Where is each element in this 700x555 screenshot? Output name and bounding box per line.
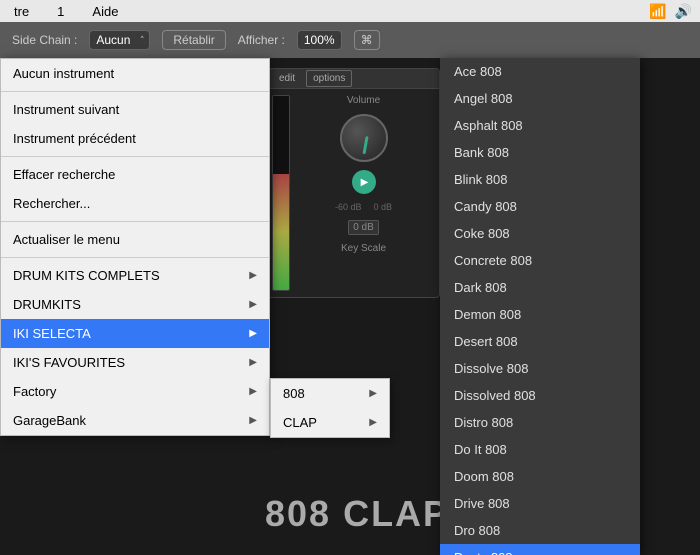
submenu-clap-arrow: ▶ xyxy=(369,417,377,428)
menu-item-actualiser[interactable]: Actualiser le menu xyxy=(1,225,269,254)
volume-knob[interactable] xyxy=(340,114,388,162)
menu-item-drumkits[interactable]: DRUMKITS ▶ xyxy=(1,290,269,319)
separator-4 xyxy=(1,257,269,258)
top-bar: Side Chain : Aucun Rétablir Afficher : 1… xyxy=(0,22,700,58)
menu-item-aucun[interactable]: Aucun instrument xyxy=(1,59,269,88)
iki-favourites-label: IKI'S FAVOURITES xyxy=(13,355,125,370)
submenu-808-arrow: ▶ xyxy=(369,388,377,399)
menu-item-garageband[interactable]: GarageBank ▶ xyxy=(1,406,269,435)
right-instrument-menu[interactable]: Ace 808Angel 808Asphalt 808Bank 808Blink… xyxy=(440,58,640,555)
right-menu-item[interactable]: Blink 808 xyxy=(440,166,640,193)
right-menu-item[interactable]: Asphalt 808 xyxy=(440,112,640,139)
big-label: 808 CLAP xyxy=(265,493,449,535)
plugin-window: Side Chain : Aucun Rétablir Afficher : 1… xyxy=(0,22,700,555)
right-menu-item[interactable]: Doom 808 xyxy=(440,463,640,490)
separator-3 xyxy=(1,221,269,222)
iki-selecta-arrow: ▶ xyxy=(249,328,257,339)
submenu-clap-label: CLAP xyxy=(283,415,317,430)
right-menu-item[interactable]: Do It 808 xyxy=(440,436,640,463)
menu-item-rechercher[interactable]: Rechercher... xyxy=(1,189,269,218)
menu-bar: tre 1 Aide 📶 🔊 xyxy=(0,0,700,22)
menu-item-actualiser-label: Actualiser le menu xyxy=(13,232,120,247)
menu-bar-1[interactable]: 1 xyxy=(51,2,70,21)
menu-item-precedent[interactable]: Instrument précédent xyxy=(1,124,269,153)
right-menu-item[interactable]: Dissolve 808 xyxy=(440,355,640,382)
play-button[interactable] xyxy=(352,170,376,194)
sidechain-select[interactable]: Aucun xyxy=(89,30,150,50)
volume-label: Volume xyxy=(347,95,380,106)
iki-selecta-label: IKI SELECTA xyxy=(13,326,91,341)
right-menu-item[interactable]: Dark 808 xyxy=(440,274,640,301)
garageband-arrow: ▶ xyxy=(249,415,257,426)
afficher-value: 100% xyxy=(297,30,342,50)
right-menu-item[interactable]: Dusty 808 xyxy=(440,544,640,555)
submenu-item-808[interactable]: 808 ▶ xyxy=(271,379,389,408)
submenu-808-label: 808 xyxy=(283,386,305,401)
right-menu-item[interactable]: Angel 808 xyxy=(440,85,640,112)
drumkits-label: DRUMKITS xyxy=(13,297,81,312)
menu-item-drum-complets[interactable]: DRUM KITS COMPLETS ▶ xyxy=(1,261,269,290)
retablir-button[interactable]: Rétablir xyxy=(162,30,225,50)
plugin-body: Volume -60 dB 0 dB 0 dB Key Scale xyxy=(266,89,439,297)
iki-favourites-arrow: ▶ xyxy=(249,357,257,368)
menu-item-suivant[interactable]: Instrument suivant xyxy=(1,95,269,124)
key-scale-label: Key Scale xyxy=(341,243,386,254)
db-min: -60 dB xyxy=(335,202,362,212)
db-max: 0 dB xyxy=(374,202,393,212)
right-menu-item[interactable]: Ace 808 xyxy=(440,58,640,85)
menu-bar-aide[interactable]: Aide xyxy=(86,2,124,21)
menu-item-iki-favourites[interactable]: IKI'S FAVOURITES ▶ xyxy=(1,348,269,377)
left-menu: Aucun instrument Instrument suivant Inst… xyxy=(0,58,270,436)
speaker-icon: 🔊 xyxy=(675,3,692,20)
menu-item-precedent-label: Instrument précédent xyxy=(13,131,136,146)
factory-arrow: ▶ xyxy=(249,386,257,397)
factory-label: Factory xyxy=(13,384,56,399)
right-menu-item[interactable]: Distro 808 xyxy=(440,409,640,436)
drumkits-arrow: ▶ xyxy=(249,299,257,310)
drum-complets-label: DRUM KITS COMPLETS xyxy=(13,268,160,283)
right-menu-item[interactable]: Dro 808 xyxy=(440,517,640,544)
menu-bar-tre[interactable]: tre xyxy=(8,2,35,21)
right-menu-item[interactable]: Bank 808 xyxy=(440,139,640,166)
db-labels: -60 dB 0 dB xyxy=(335,202,392,212)
menu-item-suivant-label: Instrument suivant xyxy=(13,102,119,117)
right-menu-item[interactable]: Drive 808 xyxy=(440,490,640,517)
garageband-label: GarageBank xyxy=(13,413,86,428)
tab-options[interactable]: options xyxy=(306,70,352,87)
right-menu-item[interactable]: Concrete 808 xyxy=(440,247,640,274)
separator-2 xyxy=(1,156,269,157)
right-menu-item[interactable]: Dissolved 808 xyxy=(440,382,640,409)
separator-1 xyxy=(1,91,269,92)
right-menu-item[interactable]: Desert 808 xyxy=(440,328,640,355)
menu-item-rechercher-label: Rechercher... xyxy=(13,196,90,211)
menu-bar-right: 📶 🔊 xyxy=(649,3,692,20)
submenu-item-clap[interactable]: CLAP ▶ xyxy=(271,408,389,437)
plugin-header: edit options xyxy=(266,69,439,89)
level-fill xyxy=(273,174,289,290)
afficher-label: Afficher : xyxy=(238,33,285,47)
wifi-icon: 📶 xyxy=(649,3,666,20)
menu-item-iki-selecta[interactable]: IKI SELECTA ▶ xyxy=(1,319,269,348)
right-menu-item[interactable]: Candy 808 xyxy=(440,193,640,220)
menu-item-factory[interactable]: Factory ▶ xyxy=(1,377,269,406)
plugin-panel: edit options Volume -60 dB 0 dB xyxy=(265,68,440,298)
key-scale: Key Scale xyxy=(341,243,386,254)
link-button[interactable]: ⌘ xyxy=(354,30,380,50)
drum-complets-arrow: ▶ xyxy=(249,270,257,281)
db-value: 0 dB xyxy=(348,220,379,235)
right-menu-item[interactable]: Demon 808 xyxy=(440,301,640,328)
menu-item-aucun-label: Aucun instrument xyxy=(13,66,114,81)
menu-item-effacer[interactable]: Effacer recherche xyxy=(1,160,269,189)
content-area: edit options Volume -60 dB 0 dB xyxy=(0,58,700,555)
menu-item-effacer-label: Effacer recherche xyxy=(13,167,115,182)
right-menu-item[interactable]: Coke 808 xyxy=(440,220,640,247)
tab-edit[interactable]: edit xyxy=(272,70,302,87)
submenu-808-clap: 808 ▶ CLAP ▶ xyxy=(270,378,390,438)
plugin-controls: Volume -60 dB 0 dB 0 dB Key Scale xyxy=(294,95,433,291)
level-meter xyxy=(272,95,290,291)
sidechain-wrapper: Aucun xyxy=(89,30,150,50)
sidechain-label: Side Chain : xyxy=(12,33,77,47)
